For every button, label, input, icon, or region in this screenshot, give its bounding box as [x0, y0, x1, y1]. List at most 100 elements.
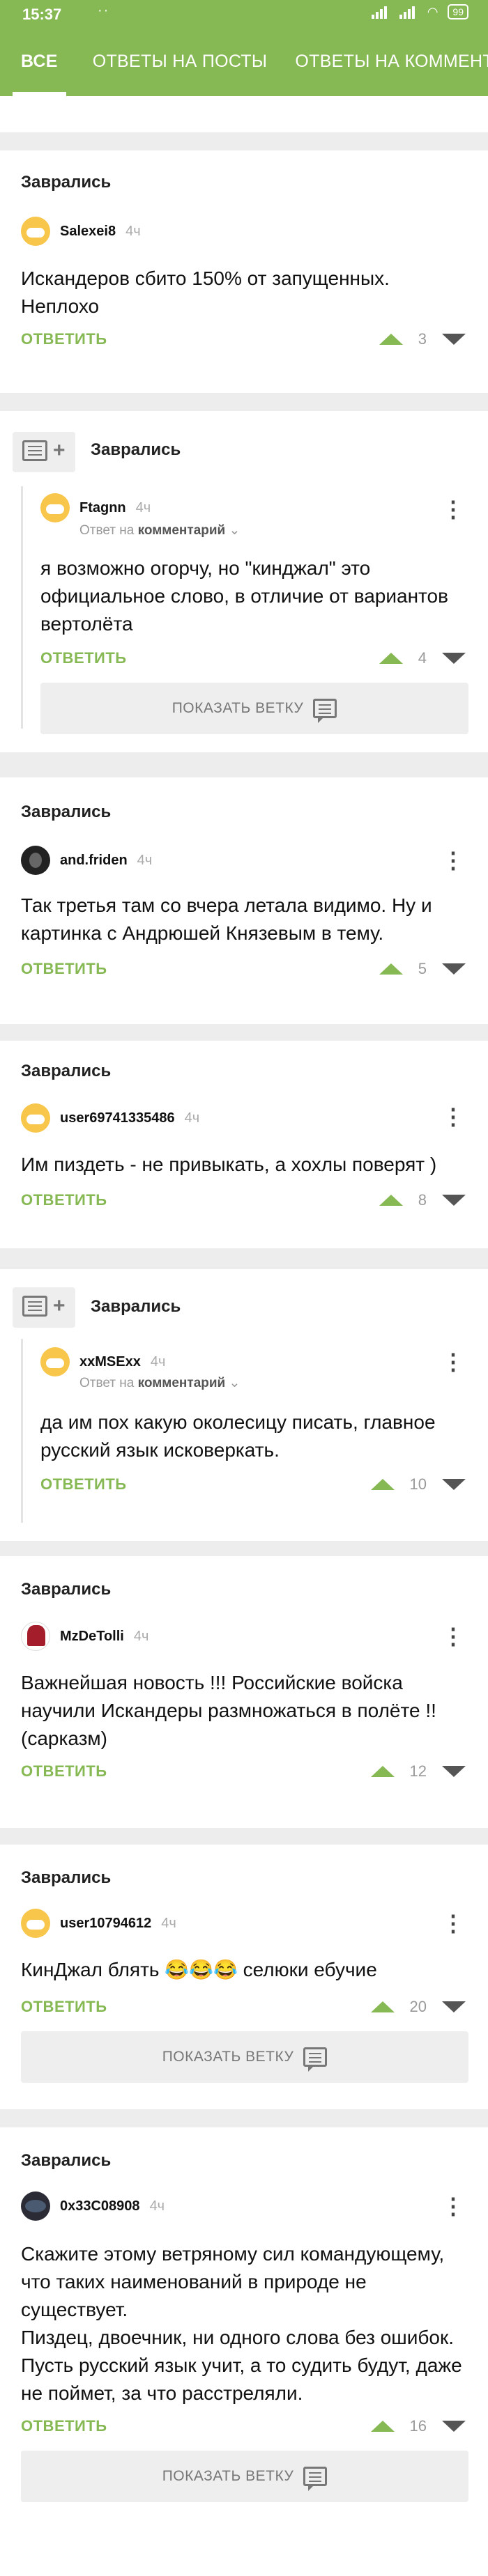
downvote-icon[interactable] [442, 1195, 466, 1206]
rating: 8 [418, 1191, 427, 1209]
rating: 3 [418, 330, 427, 348]
avatar[interactable] [21, 2191, 50, 2221]
post-title[interactable]: Заврались [21, 173, 111, 192]
vote-controls: 16 [370, 2417, 466, 2435]
username[interactable]: Salexei8 [60, 224, 116, 240]
comment-author[interactable]: user69741335486 4ч [21, 1103, 199, 1133]
username[interactable]: Ftagnn [79, 500, 126, 516]
reply-button[interactable]: ОТВЕТИТЬ [21, 1762, 107, 1780]
avatar[interactable] [40, 493, 70, 522]
username[interactable]: user10794612 [60, 1916, 151, 1932]
downvote-icon[interactable] [442, 1479, 466, 1490]
reply-button[interactable]: ОТВЕТИТЬ [21, 2417, 107, 2435]
more-menu-icon[interactable]: ⋮ [442, 849, 464, 871]
comment-text: КинДжал блять 😂😂😂 селюки ебучие [21, 1959, 377, 1980]
comment-author[interactable]: user10794612 4ч [21, 1909, 176, 1938]
comments-icon [313, 699, 337, 723]
more-menu-icon[interactable]: ⋮ [442, 1912, 464, 1934]
show-branch-label: ПОКАЗАТЬ ВЕТКУ [162, 2468, 294, 2484]
upvote-icon[interactable] [370, 1479, 395, 1490]
comment-author[interactable]: Salexei8 4ч [21, 217, 141, 246]
vote-controls: 3 [379, 330, 466, 348]
username[interactable]: and.friden [60, 853, 128, 869]
comment-time: 4ч [135, 499, 151, 515]
comment-text: да им пох какую околесицу писать, главно… [40, 1411, 436, 1461]
comment-author[interactable]: and.friden 4ч [21, 846, 152, 875]
comment-time: 4ч [125, 223, 141, 239]
reply-button[interactable]: ОТВЕТИТЬ [40, 649, 127, 667]
avatar[interactable] [21, 846, 50, 875]
chevron-down-icon: ⌄ [229, 1376, 241, 1390]
answer-on-label: Ответ на комментарий ⌄ [79, 1375, 240, 1391]
upvote-icon[interactable] [379, 963, 403, 975]
comment-card: Заврались user69741335486 4ч ⋮ Им пиздет… [0, 1041, 488, 1248]
avatar[interactable] [21, 217, 50, 246]
comment-card: + Заврались xxMSExx 4ч Ответ на коммента… [0, 1269, 488, 1541]
more-menu-icon[interactable]: ⋮ [442, 1105, 464, 1128]
downvote-icon[interactable] [442, 2001, 466, 2012]
post-title[interactable]: Заврались [91, 1297, 181, 1317]
tab-all[interactable]: ВСЕ [0, 26, 79, 96]
vote-controls: 12 [370, 1762, 466, 1780]
show-branch-label: ПОКАЗАТЬ ВЕТКУ [171, 700, 304, 716]
expand-thread-icon[interactable]: + [13, 432, 75, 472]
downvote-icon[interactable] [442, 2421, 466, 2432]
reply-button[interactable]: ОТВЕТИТЬ [21, 1191, 107, 1209]
comment-author[interactable]: 0x33C08908 4ч [21, 2191, 165, 2221]
upvote-icon[interactable] [370, 2001, 395, 2012]
tab-bar: ВСЕ ОТВЕТЫ НА ПОСТЫ ОТВЕТЫ НА КОММЕНТАРИ… [0, 26, 488, 96]
reply-button[interactable]: ОТВЕТИТЬ [21, 960, 107, 978]
avatar[interactable] [21, 1103, 50, 1133]
answer-on-target[interactable]: комментарий [138, 1376, 226, 1390]
expand-thread-icon[interactable]: + [13, 1287, 75, 1328]
comment-author[interactable]: Ftagnn 4ч [40, 493, 151, 522]
upvote-icon[interactable] [379, 653, 403, 664]
upvote-icon[interactable] [370, 2421, 395, 2432]
vote-controls: 20 [370, 1998, 466, 2016]
comment-author[interactable]: xxMSExx 4ч [40, 1347, 165, 1376]
vote-controls: 8 [379, 1191, 466, 1209]
comment-text: Важнейшая новость !!! Российские войска … [21, 1672, 436, 1749]
post-title[interactable]: Заврались [21, 802, 111, 822]
reply-button[interactable]: ОТВЕТИТЬ [40, 1475, 127, 1493]
downvote-icon[interactable] [442, 653, 466, 664]
post-title[interactable]: Заврались [21, 1062, 111, 1081]
comment-author[interactable]: MzDeTolli 4ч [21, 1622, 148, 1651]
answer-on-target[interactable]: комментарий [138, 523, 226, 538]
username[interactable]: 0x33C08908 [60, 2198, 140, 2214]
post-title[interactable]: Заврались [91, 440, 181, 460]
upvote-icon[interactable] [370, 1766, 395, 1777]
downvote-icon[interactable] [442, 334, 466, 345]
more-menu-icon[interactable]: ⋮ [442, 498, 464, 520]
more-menu-icon[interactable]: ⋮ [442, 1625, 464, 1647]
vote-controls: 5 [379, 960, 466, 978]
avatar[interactable] [21, 1909, 50, 1938]
upvote-icon[interactable] [379, 334, 403, 345]
upvote-icon[interactable] [379, 1195, 403, 1206]
tab-comment-replies[interactable]: ОТВЕТЫ НА КОММЕНТАРИИ [281, 26, 488, 96]
tab-post-replies[interactable]: ОТВЕТЫ НА ПОСТЫ [79, 26, 282, 96]
post-title[interactable]: Заврались [21, 1580, 111, 1599]
comment-card: Заврались and.friden 4ч ⋮ Так третья там… [0, 777, 488, 1024]
downvote-icon[interactable] [442, 963, 466, 975]
comments-icon [303, 2467, 328, 2491]
post-title[interactable]: Заврались [21, 2151, 111, 2171]
username[interactable]: xxMSExx [79, 1354, 141, 1370]
downvote-icon[interactable] [442, 1766, 466, 1777]
reply-button[interactable]: ОТВЕТИТЬ [21, 330, 107, 348]
show-branch-button[interactable]: ПОКАЗАТЬ ВЕТКУ [40, 683, 468, 734]
show-branch-button[interactable]: ПОКАЗАТЬ ВЕТКУ [21, 2031, 468, 2083]
show-branch-button[interactable]: ПОКАЗАТЬ ВЕТКУ [21, 2451, 468, 2502]
rating: 10 [409, 1475, 427, 1493]
more-menu-icon[interactable]: ⋮ [442, 1351, 464, 1373]
username[interactable]: user69741335486 [60, 1110, 175, 1126]
reply-button[interactable]: ОТВЕТИТЬ [21, 1998, 107, 2016]
avatar[interactable] [40, 1347, 70, 1376]
post-title[interactable]: Заврались [21, 1868, 111, 1888]
username[interactable]: MzDeTolli [60, 1629, 124, 1645]
rating: 12 [409, 1762, 427, 1780]
signal-icon [371, 5, 390, 19]
status-dots: ·· [98, 3, 110, 18]
more-menu-icon[interactable]: ⋮ [442, 2195, 464, 2217]
avatar[interactable] [21, 1622, 50, 1651]
